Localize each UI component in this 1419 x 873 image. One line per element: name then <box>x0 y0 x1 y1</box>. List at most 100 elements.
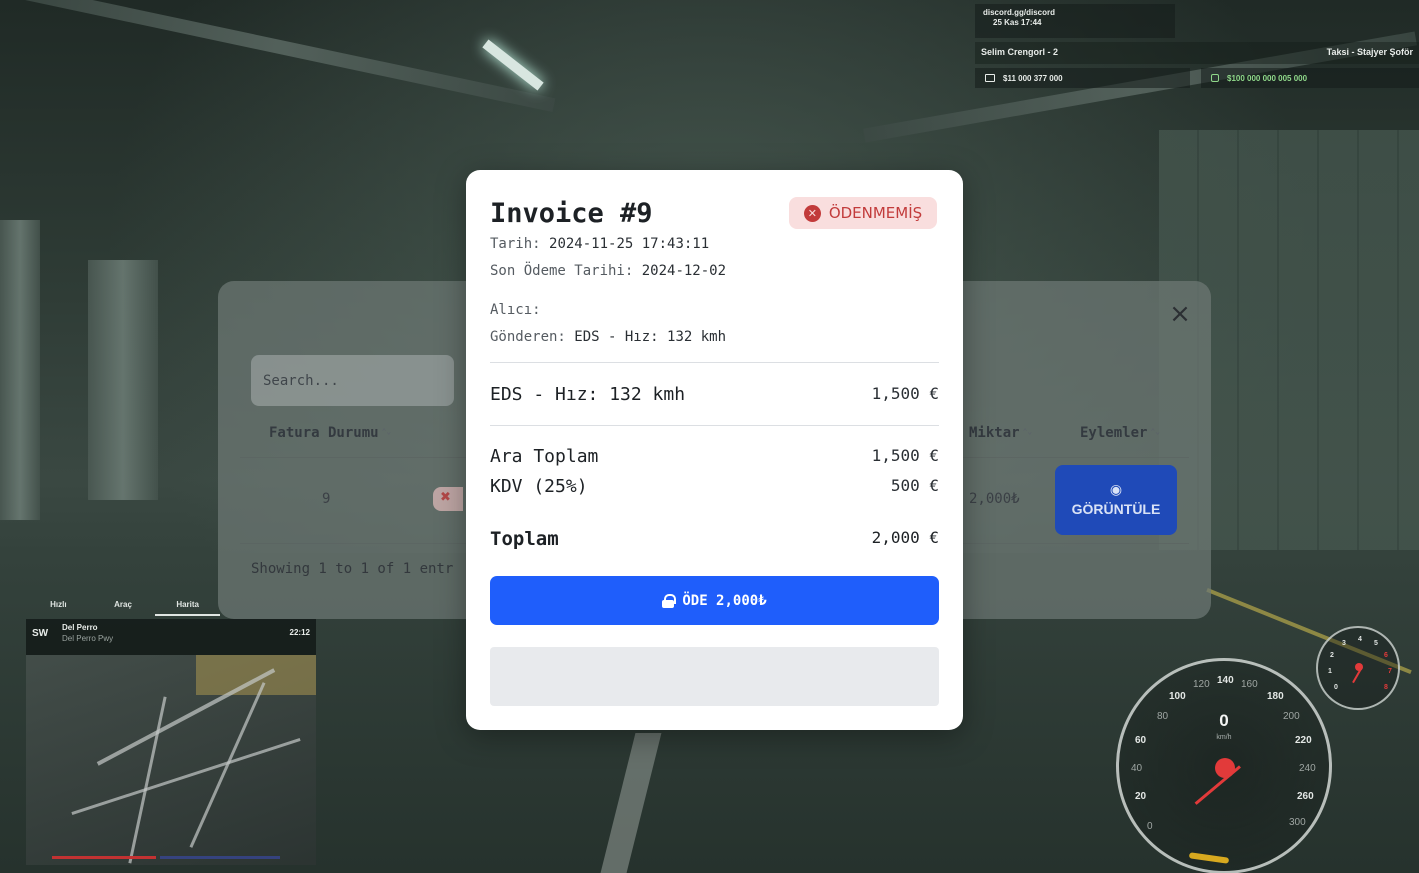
column-header-actions[interactable]: Eylemler ⌃⌄ <box>1080 425 1160 441</box>
rpm-gauge: 0 1 2 3 4 5 6 7 8 <box>1316 626 1400 710</box>
rpm-tick: 8 <box>1384 684 1388 691</box>
speed-unit: km/h <box>1216 734 1232 741</box>
discord-link: discord.gg/discord <box>983 8 1056 17</box>
view-invoice-button[interactable]: ◉ GÖRÜNTÜLE <box>1055 465 1177 535</box>
due-date-value: 2024-12-02 <box>641 263 727 279</box>
status-badge-label: ÖDENMEMİŞ <box>828 204 923 222</box>
due-date-label: Son Ödeme Tarihi: <box>490 263 634 279</box>
pagination-info: Showing 1 to 1 of 1 entr <box>251 561 454 577</box>
pay-button[interactable]: ÖDE 2,000₺ <box>490 576 939 625</box>
speedometer: 0 20 40 60 80 100 120 140 160 180 200 22… <box>1116 658 1332 873</box>
current-speed: 0 <box>1219 711 1229 730</box>
invoice-title: Invoice #9 <box>490 198 653 229</box>
subtotal-value: 1,500 € <box>871 446 939 465</box>
concrete-pillar <box>0 220 40 520</box>
rpm-hub <box>1355 663 1363 671</box>
speed-tick: 140 <box>1217 675 1234 686</box>
tax-value: 500 € <box>890 476 939 495</box>
hud-datetime: 25 Kas 17:44 <box>993 18 1042 27</box>
player-row: Selim Crengorl - 2 Taksi - Stajyer Şoför <box>975 42 1419 64</box>
minimap-tabs: Hızlı Araç Harita <box>26 596 221 616</box>
date-label: Tarih: <box>490 236 541 252</box>
minimap <box>26 655 316 865</box>
column-header-amount[interactable]: Miktar ⌃⌄ <box>969 425 1032 441</box>
speed-tick: 260 <box>1297 791 1314 802</box>
game-time: 22:12 <box>289 628 310 637</box>
invoice-modal: Invoice #9 ✕ ÖDENMEMİŞ Tarih: 2024-11-25… <box>466 170 963 730</box>
pay-button-label: ÖDE 2,000₺ <box>682 592 767 609</box>
invoice-sender: Gönderen: EDS - Hız: 132 kmh <box>490 329 726 345</box>
speed-tick: 40 <box>1131 763 1143 774</box>
search-input[interactable] <box>251 355 454 406</box>
invoice-recipient: Alıcı: <box>490 302 541 318</box>
tab-vehicle[interactable]: Araç <box>91 596 156 616</box>
speed-tick: 240 <box>1299 763 1316 774</box>
map-road <box>128 696 167 864</box>
speed-tick: 160 <box>1241 679 1258 690</box>
street-name: Del Perro <box>62 623 98 632</box>
rpm-tick: 7 <box>1388 668 1392 675</box>
unpaid-status-icon: ✖ <box>433 487 463 511</box>
lock-icon <box>662 593 677 608</box>
column-header-label: Fatura Durumu <box>269 425 379 441</box>
compass-direction: SW <box>32 628 49 639</box>
divider <box>490 425 939 426</box>
invoice-amount-cell: 2,000₺ <box>969 491 1020 507</box>
tab-map[interactable]: Harita <box>155 596 221 616</box>
sort-icon: ⌃⌄ <box>1150 427 1161 436</box>
invoice-date: Tarih: 2024-11-25 17:43:11 <box>490 236 709 252</box>
armor-bar <box>160 856 280 859</box>
map-area <box>196 655 316 695</box>
line-item-amount: 1,500 € <box>871 384 939 403</box>
rpm-tick: 2 <box>1330 652 1334 659</box>
speed-tick: 0 <box>1147 821 1153 832</box>
rpm-tick: 6 <box>1384 652 1388 659</box>
view-button-label: GÖRÜNTÜLE <box>1071 501 1161 517</box>
total-label: Toplam <box>490 528 559 550</box>
speed-tick: 180 <box>1267 691 1284 702</box>
tab-quick[interactable]: Hızlı <box>26 596 91 616</box>
sender-label: Gönderen: <box>490 329 566 345</box>
bank-amount: $100 000 000 005 000 <box>1227 73 1308 83</box>
wallet-icon <box>985 74 995 82</box>
sort-icon: ⌃⌄ <box>381 427 392 436</box>
eye-icon: ◉ <box>1109 482 1123 498</box>
server-info: discord.gg/discord 25 Kas 17:44 <box>975 4 1175 38</box>
cash-display: $11 000 377 000 <box>975 68 1190 88</box>
rpm-tick: 4 <box>1358 636 1362 643</box>
tax-label: KDV (25%) <box>490 476 588 497</box>
payment-area-placeholder <box>490 647 939 706</box>
divider <box>490 362 939 363</box>
rpm-tick: 1 <box>1328 668 1332 675</box>
speed-tick: 120 <box>1193 679 1210 690</box>
cash-amount: $11 000 377 000 <box>1003 73 1063 83</box>
bank-icon <box>1211 74 1219 82</box>
column-header-label: Eylemler <box>1080 425 1148 441</box>
speed-tick: 20 <box>1135 791 1147 802</box>
rpm-tick: 3 <box>1342 640 1346 647</box>
bank-display: $100 000 000 005 000 <box>1201 68 1419 88</box>
sort-icon: ⌃⌄ <box>1022 427 1033 436</box>
status-badge: ✕ ÖDENMEMİŞ <box>789 197 937 229</box>
rpm-tick: 0 <box>1334 684 1338 691</box>
line-item-description: EDS - Hız: 132 kmh <box>490 384 686 405</box>
subtotal-label: Ara Toplam <box>490 446 599 467</box>
map-road <box>71 737 301 816</box>
invoice-id-cell: 9 <box>322 491 331 507</box>
x-circle-icon: ✕ <box>803 204 821 222</box>
column-header-status[interactable]: Fatura Durumu ⌃⌄ <box>269 425 391 441</box>
needle-hub <box>1215 758 1235 778</box>
fuel-gauge <box>1188 852 1230 864</box>
concrete-pillar <box>88 260 158 500</box>
invoice-due-date: Son Ödeme Tarihi: 2024-12-02 <box>490 263 726 279</box>
speed-tick: 100 <box>1169 691 1186 702</box>
column-header-label: Miktar <box>969 425 1020 441</box>
sender-value: EDS - Hız: 132 kmh <box>574 329 727 345</box>
total-value: 2,000 € <box>871 528 939 547</box>
health-bar <box>52 856 156 859</box>
zone-name: Del Perro Pwy <box>62 634 114 643</box>
close-icon[interactable]: × <box>1167 301 1193 327</box>
rpm-tick: 5 <box>1374 640 1378 647</box>
recipient-label: Alıcı: <box>490 302 541 318</box>
player-job: Taksi - Stajyer Şoför <box>1326 47 1413 57</box>
